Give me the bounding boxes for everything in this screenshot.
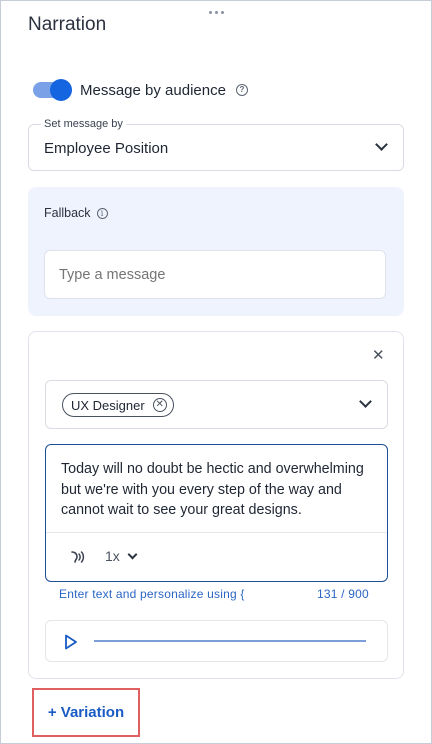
character-count: 131 / 900	[317, 587, 369, 601]
message-by-audience-toggle[interactable]	[33, 79, 72, 101]
fallback-section: Fallback i	[28, 187, 404, 316]
play-icon[interactable]	[64, 634, 78, 650]
toggle-knob	[50, 79, 72, 101]
chevron-down-icon	[359, 395, 372, 408]
editor-divider	[46, 532, 387, 533]
position-tag-select[interactable]: UX Designer ✕	[45, 380, 388, 429]
audience-toggle-row: Message by audience ?	[33, 79, 248, 101]
narration-panel: Narration Message by audience ? Set mess…	[0, 0, 432, 744]
speed-value: 1x	[105, 548, 120, 564]
variation-card: ✕ UX Designer ✕ Today will no doubt be h…	[28, 331, 404, 679]
fallback-message-input[interactable]	[44, 250, 386, 299]
close-icon[interactable]: ✕	[372, 348, 385, 363]
variation-message-editor[interactable]: Today will no doubt be hectic and overwh…	[45, 444, 388, 582]
panel-title: Narration	[28, 14, 107, 35]
chevron-down-icon	[375, 138, 388, 151]
remove-tag-icon[interactable]: ✕	[152, 398, 167, 412]
fallback-label-row: Fallback i	[44, 206, 108, 220]
set-message-by-select[interactable]: Set message by Employee Position	[28, 118, 404, 171]
add-variation-button[interactable]: + Variation	[32, 688, 140, 737]
select-value: Employee Position	[44, 140, 169, 157]
speed-select[interactable]: 1x	[105, 548, 138, 564]
tag-chip-label: UX Designer	[71, 397, 145, 413]
personalize-hint: Enter text and personalize using {	[59, 587, 245, 601]
voice-icon[interactable]	[68, 548, 86, 566]
info-circle-icon[interactable]: i	[96, 207, 108, 219]
audio-player	[45, 620, 388, 662]
select-floating-label: Set message by	[41, 118, 126, 130]
chevron-down-icon	[127, 549, 138, 559]
toggle-label: Message by audience	[80, 81, 226, 99]
playback-progress-track[interactable]	[94, 640, 366, 642]
tag-chip: UX Designer ✕	[62, 393, 174, 417]
variation-message-text[interactable]: Today will no doubt be hectic and overwh…	[61, 459, 381, 521]
fallback-label: Fallback	[44, 206, 91, 220]
drag-handle-icon[interactable]	[206, 7, 226, 17]
question-circle-icon[interactable]: ?	[235, 84, 248, 96]
